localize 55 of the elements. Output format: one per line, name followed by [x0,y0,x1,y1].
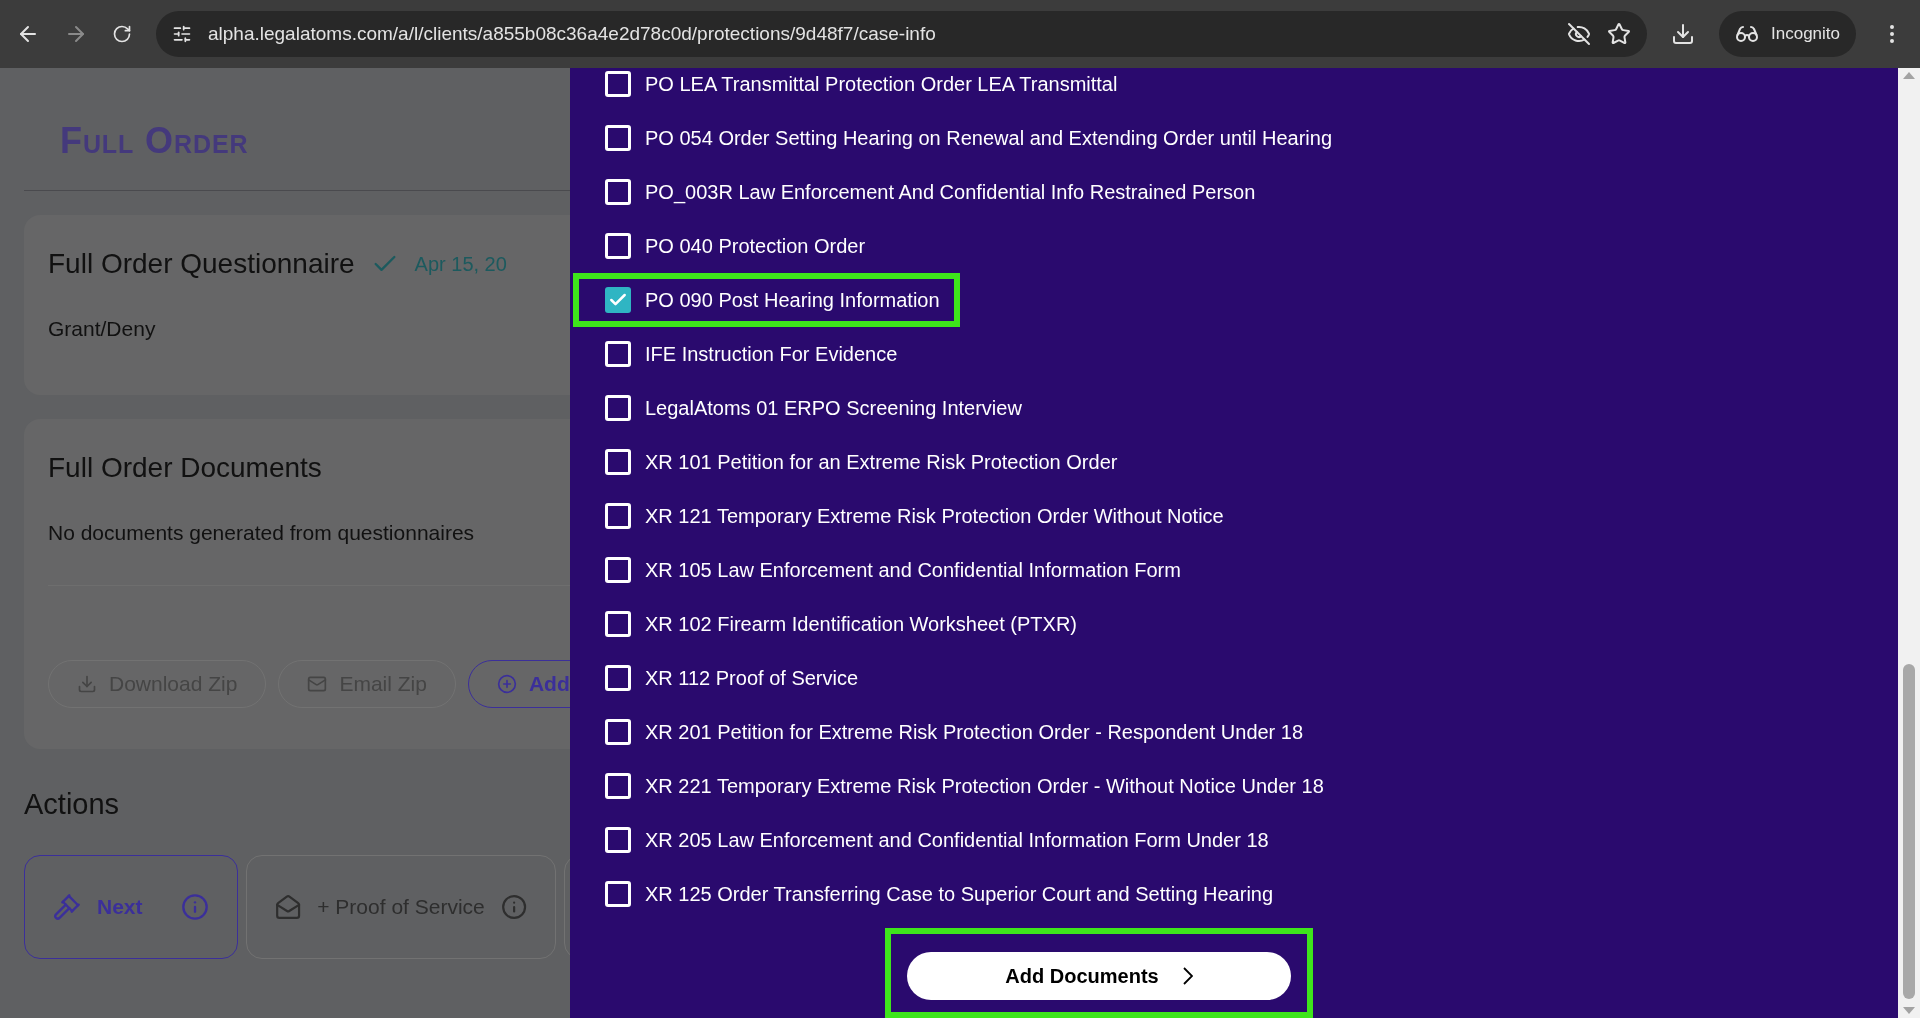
document-option[interactable]: LegalAtoms 01 ERPO Screening Interview [573,381,1042,435]
document-option[interactable]: XR 121 Temporary Extreme Risk Protection Order Without Notice [573,489,1244,543]
date-text: Apr 15, 20 [414,252,507,277]
eye-off-icon[interactable] [1567,22,1591,46]
checkbox[interactable] [605,665,631,691]
card-title: Full Order Documents [48,451,323,485]
document-option[interactable]: PO LEA Transmittal Protection Order LEA Transmittal [573,57,1138,111]
scrollbar[interactable] [1898,68,1920,1018]
section-title: Actions [24,787,121,822]
scroll-thumb[interactable] [1903,664,1915,999]
document-option[interactable]: IFE Instruction For Evidence [573,327,918,381]
answer-text: Grant/Deny [48,316,157,342]
checkbox[interactable] [605,71,631,97]
checkbox[interactable] [605,503,631,529]
checkbox[interactable] [605,773,631,799]
checkbox[interactable] [605,827,631,853]
document-option[interactable]: XR 102 Firearm Identification Worksheet (PTXR) [573,597,1097,651]
document-option[interactable]: PO 054 Order Setting Hearing on Renewal and Extending Order until Hearing [573,111,1353,165]
document-option[interactable]: XR 105 Law Enforcement and Confidential Information Form [573,543,1201,597]
add-documents-button[interactable]: Add Documents [907,952,1291,1000]
reload-icon[interactable] [112,24,132,44]
envelope-icon [275,892,302,921]
checkbox[interactable] [605,881,631,907]
profile-label: Incognito [1771,23,1840,46]
checkbox[interactable] [605,449,631,475]
plus-icon [496,673,517,694]
bookmark-star-icon[interactable] [1607,22,1631,46]
chevron-right-icon [1182,967,1193,985]
profile-chip[interactable]: Incognito [1719,11,1856,57]
document-option[interactable]: PO 040 Protection Order [573,219,886,273]
document-option[interactable]: XR 201 Petition for Extreme Risk Protection Order - Respondent Under 18 [573,705,1324,759]
document-option[interactable]: PO 090 Post Hearing Information [573,273,960,327]
url-text: alpha.legalatoms.com/a/l/clients/a855b08c36a4e2d78c0d/protections/9d48f7/case-info [208,21,937,46]
checkbox[interactable] [605,557,631,583]
gavel-icon [53,892,81,921]
empty-message: No documents generated from questionnaires [48,520,476,546]
checkbox[interactable] [605,125,631,151]
download-icon [77,673,97,694]
checkbox[interactable] [605,287,631,313]
document-option[interactable]: XR 112 Proof of Service [573,651,879,705]
download-icon[interactable] [1671,22,1695,46]
checkbox[interactable] [605,395,631,421]
checkbox[interactable] [605,179,631,205]
document-option[interactable]: PO_003R Law Enforcement And Confidential Info Restrained Person [573,165,1276,219]
card-title: Full Order Questionnaire [48,247,355,281]
document-option[interactable]: XR 205 Law Enforcement and Confidential Information Form Under 18 [573,813,1289,867]
checkbox[interactable] [605,611,631,637]
checkbox[interactable] [605,719,631,745]
checkbox[interactable] [605,341,631,367]
site-settings-icon[interactable] [172,24,192,44]
checkbox[interactable] [605,233,631,259]
document-option[interactable]: XR 125 Order Transferring Case to Superior Court and Setting Hearing [573,867,1294,921]
document-option[interactable]: XR 101 Petition for an Extreme Risk Protection Order [573,435,1138,489]
document-option[interactable]: XR 221 Temporary Extreme Risk Protection Order - Without Notice Under 18 [573,759,1344,813]
address-bar[interactable]: alpha.legalatoms.com/a/l/clients/a855b08c36a4e2d78c0d/protections/9d48f7/case-info [156,11,1647,57]
